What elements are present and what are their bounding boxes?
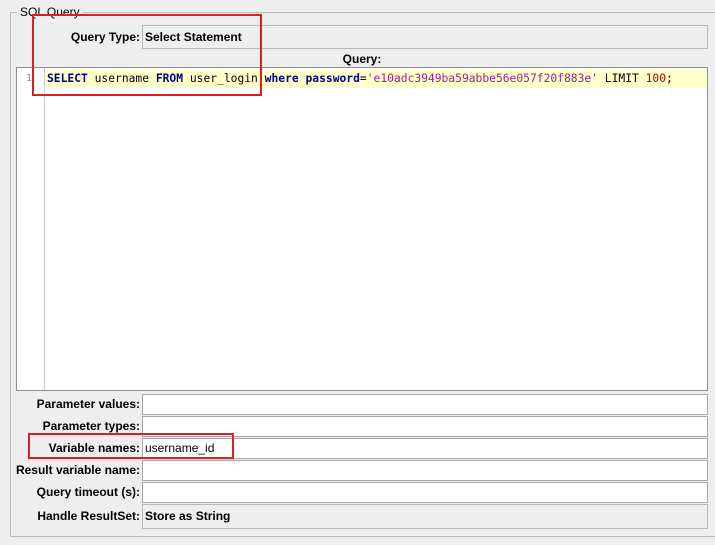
- sql-token-num: 100: [645, 72, 666, 85]
- result-variable-name-input[interactable]: [142, 460, 708, 481]
- sql-token-plain: LIMIT: [597, 72, 646, 85]
- parameter-values-label: Parameter values:: [36, 397, 140, 411]
- line-number-gutter: 1: [17, 68, 45, 390]
- result-variable-name-label: Result variable name:: [15, 463, 140, 477]
- sql-token-kw: where: [264, 72, 299, 85]
- line-number: 1: [25, 73, 32, 84]
- sql-token-plain: ;: [666, 72, 673, 85]
- sql-token-plain: =: [359, 72, 367, 85]
- annotation-box-variable-names: [28, 433, 234, 459]
- annotation-box-query-type: [32, 14, 262, 96]
- sql-token-kw: password: [305, 72, 360, 85]
- handle-resultset-label: Handle ResultSet:: [37, 509, 140, 523]
- query-timeout-label: Query timeout (s):: [36, 485, 140, 499]
- sql-token-str: 'e10adc3949ba59abbe56e057f20f883e': [366, 72, 598, 85]
- query-timeout-input[interactable]: [142, 482, 708, 503]
- sql-editor[interactable]: 1 SELECT username FROM user_login where …: [16, 67, 708, 391]
- parameter-values-input[interactable]: [142, 394, 708, 415]
- sql-token-plain: [299, 72, 306, 85]
- handle-resultset-select[interactable]: Store as String: [142, 504, 708, 529]
